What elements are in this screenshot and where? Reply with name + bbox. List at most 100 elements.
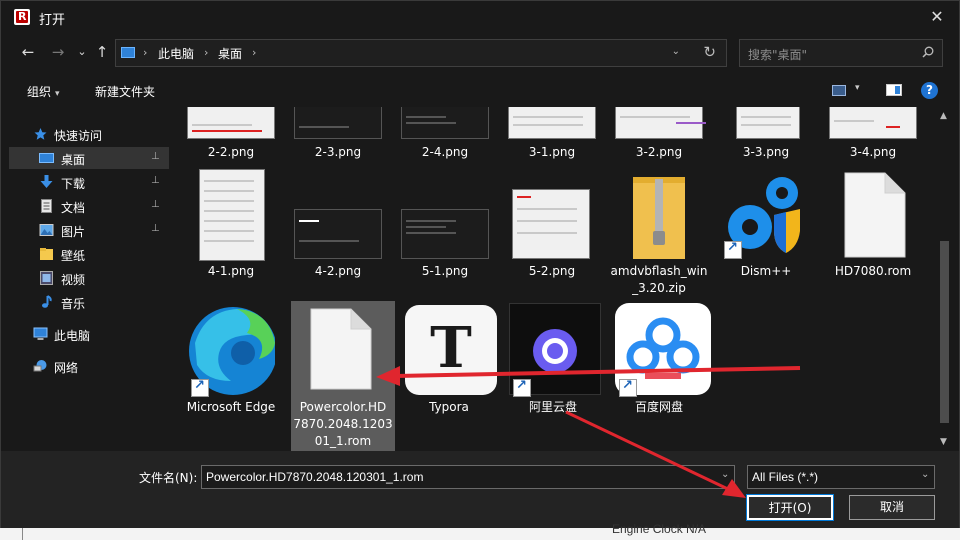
filename-dropdown-icon[interactable]: ⌄ xyxy=(721,469,729,480)
help-icon[interactable]: ? xyxy=(921,82,938,99)
app-logo-icon xyxy=(14,9,30,25)
sidebar-item-videos[interactable]: 视频 xyxy=(9,267,169,289)
image-thumbnail xyxy=(736,107,800,139)
folder-icon xyxy=(40,248,53,260)
sidebar-item-label: 快速访问 xyxy=(54,129,103,143)
divider xyxy=(22,528,23,540)
sidebar-item-label: 壁纸 xyxy=(61,249,86,263)
breadcrumb-desktop[interactable]: 桌面 xyxy=(218,45,242,62)
up-button[interactable]: ↑ xyxy=(91,41,113,63)
forward-button[interactable]: → xyxy=(47,41,69,63)
command-toolbar: 组织 ▾ 新建文件夹 ▾ ? xyxy=(1,73,959,107)
cancel-button[interactable]: 取消 xyxy=(849,495,935,520)
file-name: HD7080.rom xyxy=(834,264,912,278)
download-icon xyxy=(40,175,53,188)
scroll-thumb[interactable] xyxy=(940,241,949,423)
file-open-dialog: 打开 ✕ ← → ⌄ ↑ › 此电脑 › 桌面 › ⌄ ↻ 搜索"桌面" 组织▾ xyxy=(0,0,960,529)
change-view-icon[interactable] xyxy=(832,85,846,96)
image-thumbnail xyxy=(294,209,382,259)
music-icon xyxy=(42,295,52,308)
file-name: Powercolor.HD 7870.2048.1203 01_1.rom xyxy=(293,400,393,448)
sidebar-item-quick-access[interactable]: 快速访问 xyxy=(9,123,169,145)
file-icon xyxy=(844,172,906,258)
file-name: 3-2.png xyxy=(635,145,683,159)
preview-pane-icon[interactable] xyxy=(886,84,902,96)
new-folder-button[interactable]: 新建文件夹 xyxy=(95,83,155,100)
caret-down-icon: ▾ xyxy=(55,89,60,99)
breadcrumb-this-pc[interactable]: 此电脑 xyxy=(158,45,194,62)
file-name: 4-1.png xyxy=(207,264,255,278)
file-name: 阿里云盘 xyxy=(528,400,577,414)
aliyun-logo-icon xyxy=(533,329,577,373)
sidebar-item-label: 视频 xyxy=(61,273,86,287)
scroll-up-arrow-icon[interactable]: ▲ xyxy=(940,111,947,121)
sidebar-item-label: 文档 xyxy=(61,201,86,215)
file-name: Dism++ xyxy=(740,264,792,278)
image-thumbnail xyxy=(199,169,265,261)
sidebar-item-documents[interactable]: 文档 ⊥ xyxy=(9,195,169,217)
address-dropdown-button[interactable]: ⌄ xyxy=(672,46,680,57)
search-placeholder: 搜索"桌面" xyxy=(748,48,808,62)
sidebar-item-wallpaper[interactable]: 壁纸 xyxy=(9,243,169,265)
shortcut-arrow-icon xyxy=(191,378,209,397)
image-thumbnail xyxy=(829,107,917,139)
refresh-button[interactable]: ↻ xyxy=(703,43,716,61)
address-bar[interactable]: › 此电脑 › 桌面 › ⌄ ↻ xyxy=(115,39,727,67)
sidebar-item-label: 桌面 xyxy=(61,153,86,167)
vertical-scrollbar[interactable]: ▲ ▼ xyxy=(937,107,953,451)
title-bar: 打开 ✕ xyxy=(1,1,959,33)
pin-icon: ⊥ xyxy=(151,199,160,210)
sidebar-item-label: 音乐 xyxy=(61,297,86,311)
sidebar-item-pictures[interactable]: 图片 ⊥ xyxy=(9,219,169,241)
file-type-dropdown-icon[interactable]: ⌄ xyxy=(921,469,929,480)
sidebar-item-network[interactable]: 网络 xyxy=(9,355,169,377)
file-name: Typora xyxy=(429,400,469,414)
recent-locations-button[interactable]: ⌄ xyxy=(71,41,93,63)
file-icon xyxy=(310,308,372,390)
pin-icon: ⊥ xyxy=(151,175,160,186)
file-name: 3-4.png xyxy=(849,145,897,159)
file-name: 5-2.png xyxy=(528,264,576,278)
breadcrumb-separator: › xyxy=(143,46,148,59)
sidebar-item-music[interactable]: 音乐 xyxy=(9,291,169,313)
sidebar-item-downloads[interactable]: 下载 ⊥ xyxy=(9,171,169,193)
file-name: 2-3.png xyxy=(314,145,362,159)
sidebar-item-label: 此电脑 xyxy=(54,329,91,343)
sidebar-item-label: 下载 xyxy=(61,177,86,191)
baidu-logo-icon xyxy=(626,317,700,379)
dialog-footer: 文件名(N): Powercolor.HD7870.2048.120301_1.… xyxy=(1,451,959,529)
close-button[interactable]: ✕ xyxy=(925,5,949,29)
breadcrumb-separator: › xyxy=(204,46,209,59)
image-thumbnail xyxy=(615,107,706,139)
view-options-caret-icon[interactable]: ▾ xyxy=(855,83,860,93)
image-thumbnail xyxy=(294,107,382,139)
shortcut-arrow-icon xyxy=(619,378,637,397)
shortcut-arrow-icon xyxy=(724,240,742,259)
filename-input[interactable]: Powercolor.HD7870.2048.120301_1.rom xyxy=(201,465,735,489)
file-name: amdvbflash_win _3.20.zip xyxy=(610,264,708,295)
navigation-bar: ← → ⌄ ↑ › 此电脑 › 桌面 › ⌄ ↻ 搜索"桌面" xyxy=(1,33,959,73)
search-input[interactable]: 搜索"桌面" xyxy=(739,39,943,67)
typora-icon: T xyxy=(405,305,497,395)
window-title: 打开 xyxy=(39,13,66,28)
open-button[interactable]: 打开(O) xyxy=(746,494,834,521)
organize-button[interactable]: 组织 ▾ xyxy=(27,83,60,100)
background-text: Engine Clock N/A xyxy=(612,522,707,536)
scroll-down-arrow-icon[interactable]: ▼ xyxy=(940,437,947,447)
back-button[interactable]: ← xyxy=(17,41,39,63)
picture-icon xyxy=(39,224,54,236)
sidebar-item-label: 图片 xyxy=(61,225,86,239)
sidebar-item-label: 网络 xyxy=(54,361,79,375)
star-icon xyxy=(34,128,47,140)
document-icon xyxy=(41,199,52,213)
desktop-icon xyxy=(39,153,54,163)
video-icon xyxy=(40,271,53,285)
sidebar-item-this-pc[interactable]: 此电脑 xyxy=(9,323,169,345)
background-window: Engine Clock N/A xyxy=(0,522,960,540)
sidebar-item-desktop[interactable]: 桌面 ⊥ xyxy=(9,147,169,169)
file-name: 3-3.png xyxy=(742,145,790,159)
file-name: 百度网盘 xyxy=(634,400,683,414)
file-type-select[interactable]: All Files (*.*) xyxy=(747,465,935,489)
image-thumbnail xyxy=(187,107,275,139)
file-name: 3-1.png xyxy=(528,145,576,159)
